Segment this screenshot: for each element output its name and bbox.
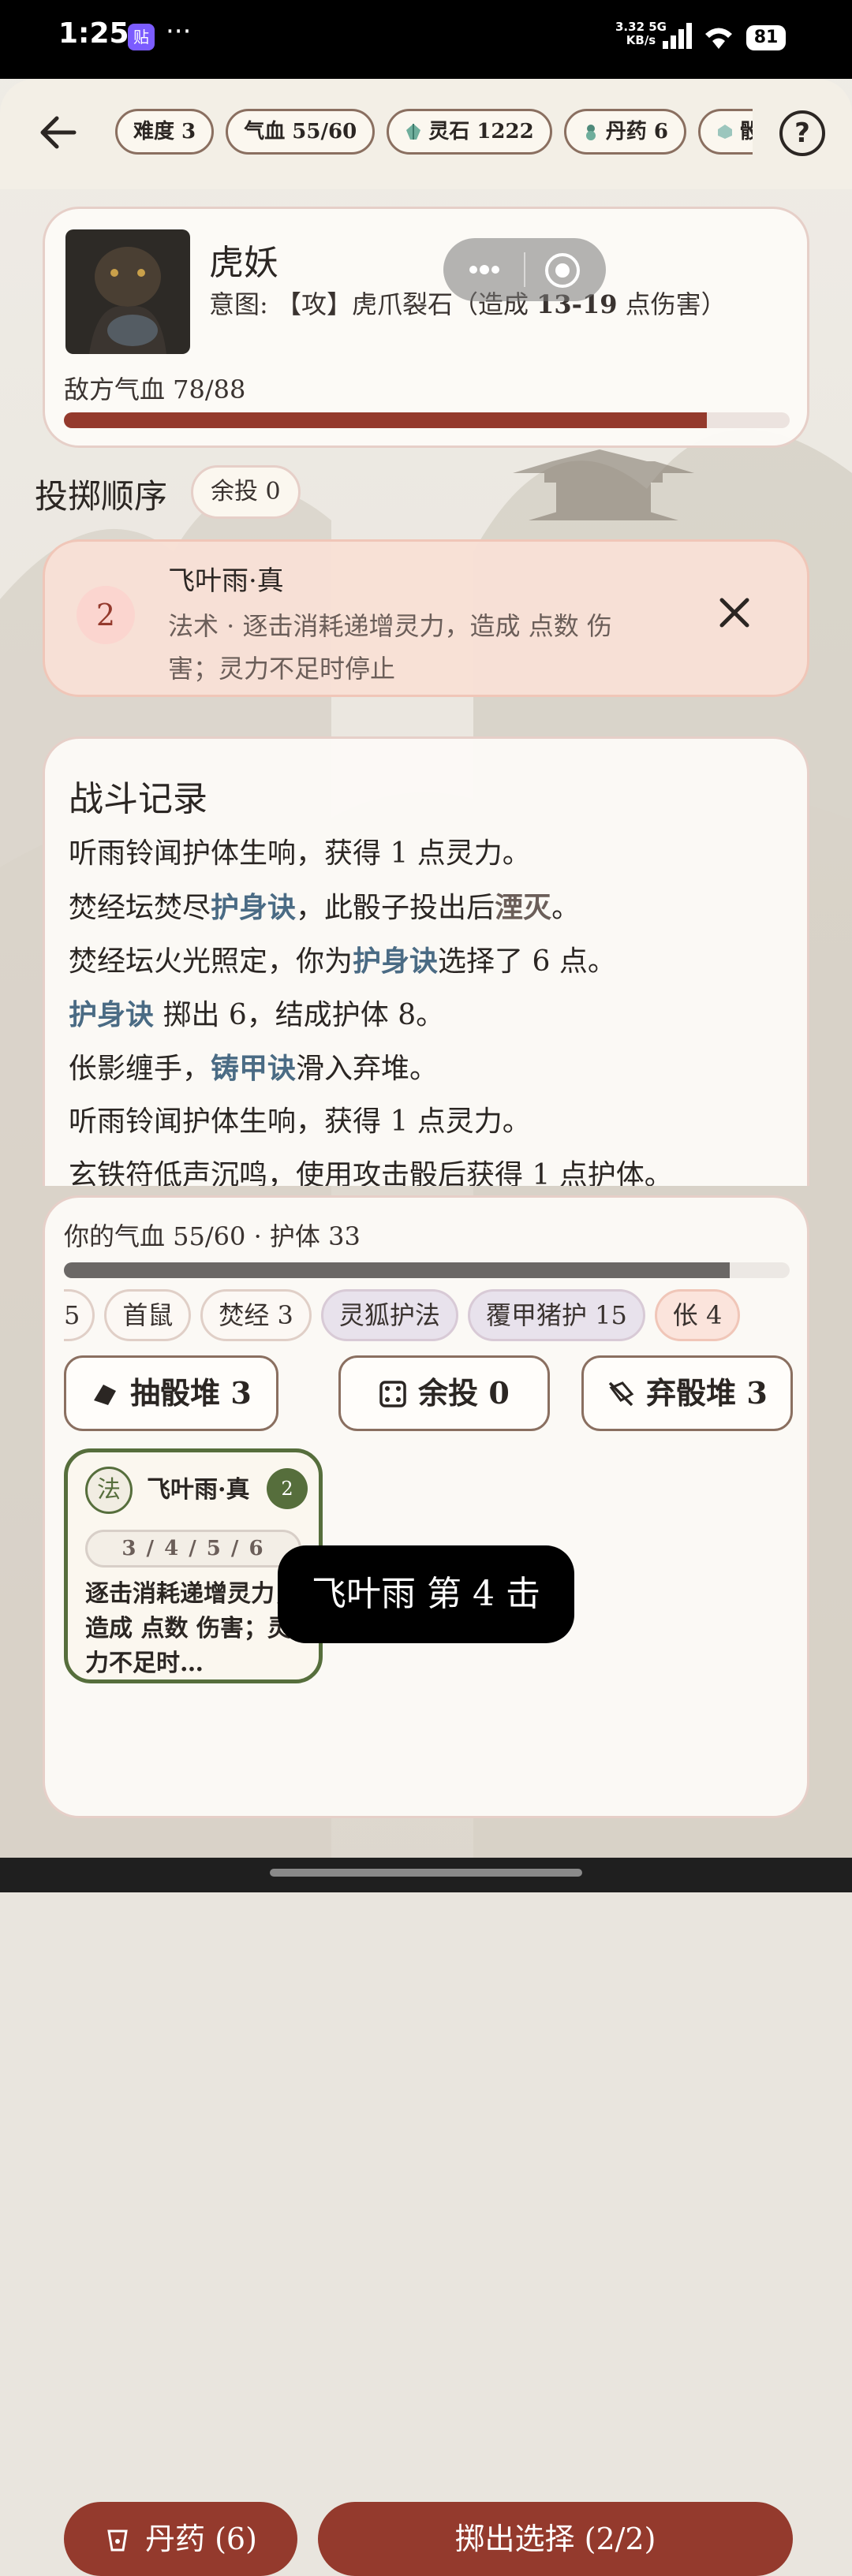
die-name: 飞叶雨·真 bbox=[147, 1476, 250, 1504]
more-menu-icon[interactable] bbox=[464, 255, 505, 284]
battle-log-title: 战斗记录 bbox=[69, 779, 207, 819]
close-miniprogram-icon[interactable] bbox=[543, 251, 582, 290]
queued-die-card[interactable]: 2 飞叶雨·真 法术 · 逐击消耗递增灵力，造成 点数 伤害；灵力不足时停止 bbox=[43, 539, 809, 697]
roll-order-title: 投掷顺序 bbox=[35, 477, 168, 516]
potion-gourd-icon bbox=[585, 125, 596, 140]
combat-toast: 飞叶雨 第 4 击 bbox=[278, 1545, 574, 1643]
home-indicator[interactable] bbox=[270, 1869, 582, 1877]
roll-selection-button[interactable]: 掷出选择 (2/2) bbox=[318, 2502, 793, 2576]
player-hp-pill: 气血 55/60 bbox=[226, 109, 376, 155]
log-line: 玄铁符低声沉鸣，使用攻击骰后获得 1 点护体。 bbox=[69, 1159, 673, 1186]
capsule-divider bbox=[524, 252, 525, 287]
buff-chip[interactable]: 覆甲猪护 15 bbox=[467, 1289, 645, 1341]
battle-log: 战斗记录 听雨铃闻护体生响，获得 1 点灵力。 焚经坛焚尽护身诀，此骰子投出后湮… bbox=[43, 736, 809, 1186]
stats-row: 难度 3 气血 55/60 灵石 1222 丹药 6 骰 bbox=[115, 109, 753, 158]
log-line: 伥影缠手，铸甲诀滑入弃堆。 bbox=[69, 1052, 439, 1085]
signal-icon bbox=[663, 23, 692, 49]
potion-pill: 丹药 6 bbox=[563, 109, 686, 155]
battery-icon: 81 bbox=[746, 25, 786, 50]
enemy-name: 虎妖 bbox=[209, 243, 278, 283]
miniprogram-capsule bbox=[443, 238, 606, 301]
enemy-portrait bbox=[65, 229, 190, 354]
wifi-icon bbox=[705, 28, 732, 49]
log-line: 护身诀 掷出 6，结成护体 8。 bbox=[69, 998, 445, 1031]
status-bar: 1:25 贴 ··· 3.32 5G KB/s 81 bbox=[0, 0, 852, 79]
spirit-stone-icon bbox=[406, 124, 421, 140]
buff-chip[interactable]: 首鼠 bbox=[104, 1289, 192, 1341]
discard-pile-button[interactable]: 弃骰堆 3 bbox=[581, 1355, 793, 1431]
remaining-rolls-pill: 余投 0 bbox=[191, 465, 301, 519]
buff-chip[interactable]: 伥 4 bbox=[654, 1289, 741, 1341]
die-type-badge: 法 bbox=[85, 1467, 133, 1514]
discard-pile-icon bbox=[608, 1381, 634, 1407]
queue-slot-number: 2 bbox=[77, 586, 135, 644]
draw-pile-button[interactable]: 抽骰堆 3 bbox=[64, 1355, 278, 1431]
draw-pile-icon bbox=[94, 1385, 117, 1405]
player-hp-bar bbox=[64, 1262, 790, 1278]
player-hp-fill bbox=[64, 1262, 730, 1278]
enemy-hp-label: 敌方气血 78/88 bbox=[64, 375, 246, 404]
log-line: 听雨铃闻护体生响，获得 1 点灵力。 bbox=[69, 837, 531, 870]
more-notifications-icon: ··· bbox=[166, 16, 192, 47]
battle-log-lines: 听雨铃闻护体生响，获得 1 点灵力。 焚经坛焚尽护身诀，此骰子投出后湮灭。 焚经… bbox=[69, 827, 794, 1186]
log-line: 焚经坛焚尽护身诀，此骰子投出后湮灭。 bbox=[69, 891, 581, 924]
enemy-card: 虎妖 意图: 【攻】虎爪裂石（造成 13-19 点伤害） 敌方气血 78/88 bbox=[43, 207, 809, 448]
player-hp-label: 你的气血 55/60 · 护体 33 bbox=[64, 1221, 361, 1251]
enemy-hp-bar bbox=[64, 412, 790, 428]
die-faces: 3 / 4 / 5 / 6 bbox=[85, 1530, 301, 1568]
status-time: 1:25 bbox=[58, 17, 129, 50]
die-count-badge: 2 bbox=[267, 1468, 308, 1509]
log-line: 焚经坛火光照定，你为护身诀选择了 6 点。 bbox=[69, 945, 616, 978]
buff-chip[interactable]: 焚经 3 bbox=[200, 1289, 312, 1341]
dice-pill: 骰 bbox=[698, 109, 753, 155]
queued-die-name: 飞叶雨·真 bbox=[168, 565, 284, 597]
net-speed: 3.32 5G KB/s bbox=[615, 20, 667, 47]
game-header: 难度 3 气血 55/60 灵石 1222 丹药 6 骰 ? bbox=[0, 79, 852, 189]
close-icon[interactable] bbox=[712, 591, 757, 635]
dice-icon bbox=[718, 125, 733, 139]
potion-cup-icon bbox=[107, 2529, 128, 2552]
app-notification-icon: 贴 bbox=[128, 24, 155, 50]
reroll-button[interactable]: 余投 0 bbox=[338, 1355, 550, 1431]
buff-chip[interactable]: 5 bbox=[64, 1289, 95, 1341]
buff-chip[interactable]: 灵狐护法 bbox=[320, 1289, 458, 1341]
help-button[interactable]: ? bbox=[779, 110, 825, 156]
potion-button[interactable]: 丹药 (6) bbox=[64, 2502, 297, 2576]
enemy-hp-fill bbox=[64, 412, 708, 428]
dice-icon bbox=[379, 1381, 406, 1407]
player-panel: 你的气血 55/60 · 护体 33 5 首鼠 焚经 3 灵狐护法 覆甲猪护 15 伥 4… bbox=[43, 1195, 809, 2576]
spirit-stone-pill: 灵石 1222 bbox=[387, 109, 552, 155]
difficulty-pill: 难度 3 bbox=[115, 109, 215, 155]
log-line: 听雨铃闻护体生响，获得 1 点灵力。 bbox=[69, 1105, 531, 1138]
die-desc: 逐击消耗递增灵力，造成 点数 伤害；灵力不足时… bbox=[85, 1580, 298, 1677]
queued-die-desc: 法术 · 逐击消耗递增灵力，造成 点数 伤害；灵力不足时停止 bbox=[168, 611, 612, 684]
buff-row: 5 首鼠 焚经 3 灵狐护法 覆甲猪护 15 伥 4 bbox=[64, 1289, 790, 1346]
back-arrow-icon[interactable] bbox=[36, 110, 80, 155]
